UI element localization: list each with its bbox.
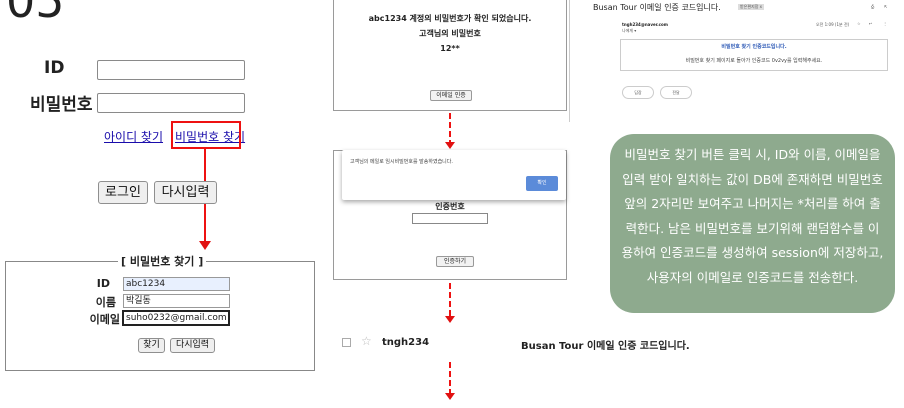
reply-icon[interactable]: ↩	[869, 21, 872, 26]
inbox-checkbox[interactable]	[342, 338, 351, 347]
email-body: 비밀번호 찾기 페이지로 돌아가 인증코드 0v2vy를 입력해주세요.	[685, 58, 823, 64]
find-name-label: 이름	[95, 296, 116, 309]
find-id-link[interactable]: 아이디 찾기	[104, 128, 163, 145]
highlight-box	[171, 121, 241, 149]
flow-arrow-icon	[445, 316, 455, 323]
email-verify-button[interactable]: 이메일 인증	[430, 90, 472, 101]
inbox-sender[interactable]: tngh234	[382, 337, 429, 348]
password-input[interactable]	[97, 93, 245, 113]
flow-arrow-icon	[445, 142, 455, 149]
divider	[569, 0, 570, 122]
find-email-label: 이메일	[89, 313, 120, 326]
forward-button[interactable]: 전달	[660, 86, 692, 99]
find-id-input[interactable]: abc1234	[123, 277, 230, 291]
code-input[interactable]	[412, 213, 488, 224]
flow-arrow-icon	[445, 393, 455, 400]
password-label: 비밀번호	[30, 95, 93, 115]
code-label: 인증번호	[435, 202, 465, 211]
login-button[interactable]: 로그인	[98, 181, 148, 204]
description-text: 비밀번호 찾기 버튼 클릭 시, ID와 이름, 이메일을 입력 받아 일치하는…	[621, 147, 884, 285]
inbox-badge[interactable]: 받은편지함 x	[738, 4, 765, 10]
flow-connector	[449, 362, 451, 394]
flow-connector	[449, 283, 451, 317]
email-date: 오전 1:09 (1분 전)	[816, 22, 850, 27]
open-new-window-icon[interactable]: ⇱	[884, 4, 887, 9]
more-icon[interactable]: ⋮	[883, 21, 887, 26]
dialog-ok-button[interactable]: 확인	[526, 176, 558, 191]
result-subtitle: 고객님의 비밀번호	[419, 29, 481, 38]
find-email-input[interactable]: suho0232@gmail.com	[122, 310, 230, 326]
slide-number: 05	[6, 0, 65, 28]
reply-button[interactable]: 답장	[622, 86, 654, 99]
inbox-subject[interactable]: Busan Tour 이메일 인증 코드입니다.	[521, 337, 690, 352]
email-from: tngh234@naver.com	[622, 22, 668, 27]
find-submit-button[interactable]: 찾기	[138, 338, 165, 353]
dialog-message: 고객님의 메일로 임시비밀번호를 발송하였습니다.	[350, 159, 453, 165]
id-label: ID	[44, 58, 65, 78]
print-icon[interactable]: ⎙	[871, 4, 874, 9]
result-message: abc1234 계정의 비밀번호가 확인 되었습니다.	[368, 14, 532, 23]
flow-connector	[449, 113, 451, 143]
find-password-legend: [ 비밀번호 찾기 ]	[118, 253, 207, 269]
find-reset-button[interactable]: 다시입력	[170, 338, 215, 353]
id-input[interactable]	[97, 60, 245, 80]
star-icon[interactable]: ☆	[857, 21, 861, 26]
find-id-label: ID	[96, 277, 110, 290]
description-box: 비밀번호 찾기 버튼 클릭 시, ID와 이름, 이메일을 입력 받아 일치하는…	[610, 134, 895, 313]
flow-arrow-icon	[199, 241, 211, 250]
email-subject: Busan Tour 이메일 인증 코드입니다.	[593, 3, 721, 12]
verify-code-button[interactable]: 인증하기	[436, 256, 474, 267]
masked-password: 12**	[440, 44, 460, 53]
email-to[interactable]: 나에게 ▾	[622, 28, 636, 34]
find-name-input[interactable]: 박길동	[123, 294, 230, 308]
reset-button[interactable]: 다시입력	[154, 181, 217, 204]
star-icon[interactable]: ☆	[361, 334, 372, 348]
email-title: 비밀번호 찾기 인증코드입니다.	[721, 44, 787, 50]
